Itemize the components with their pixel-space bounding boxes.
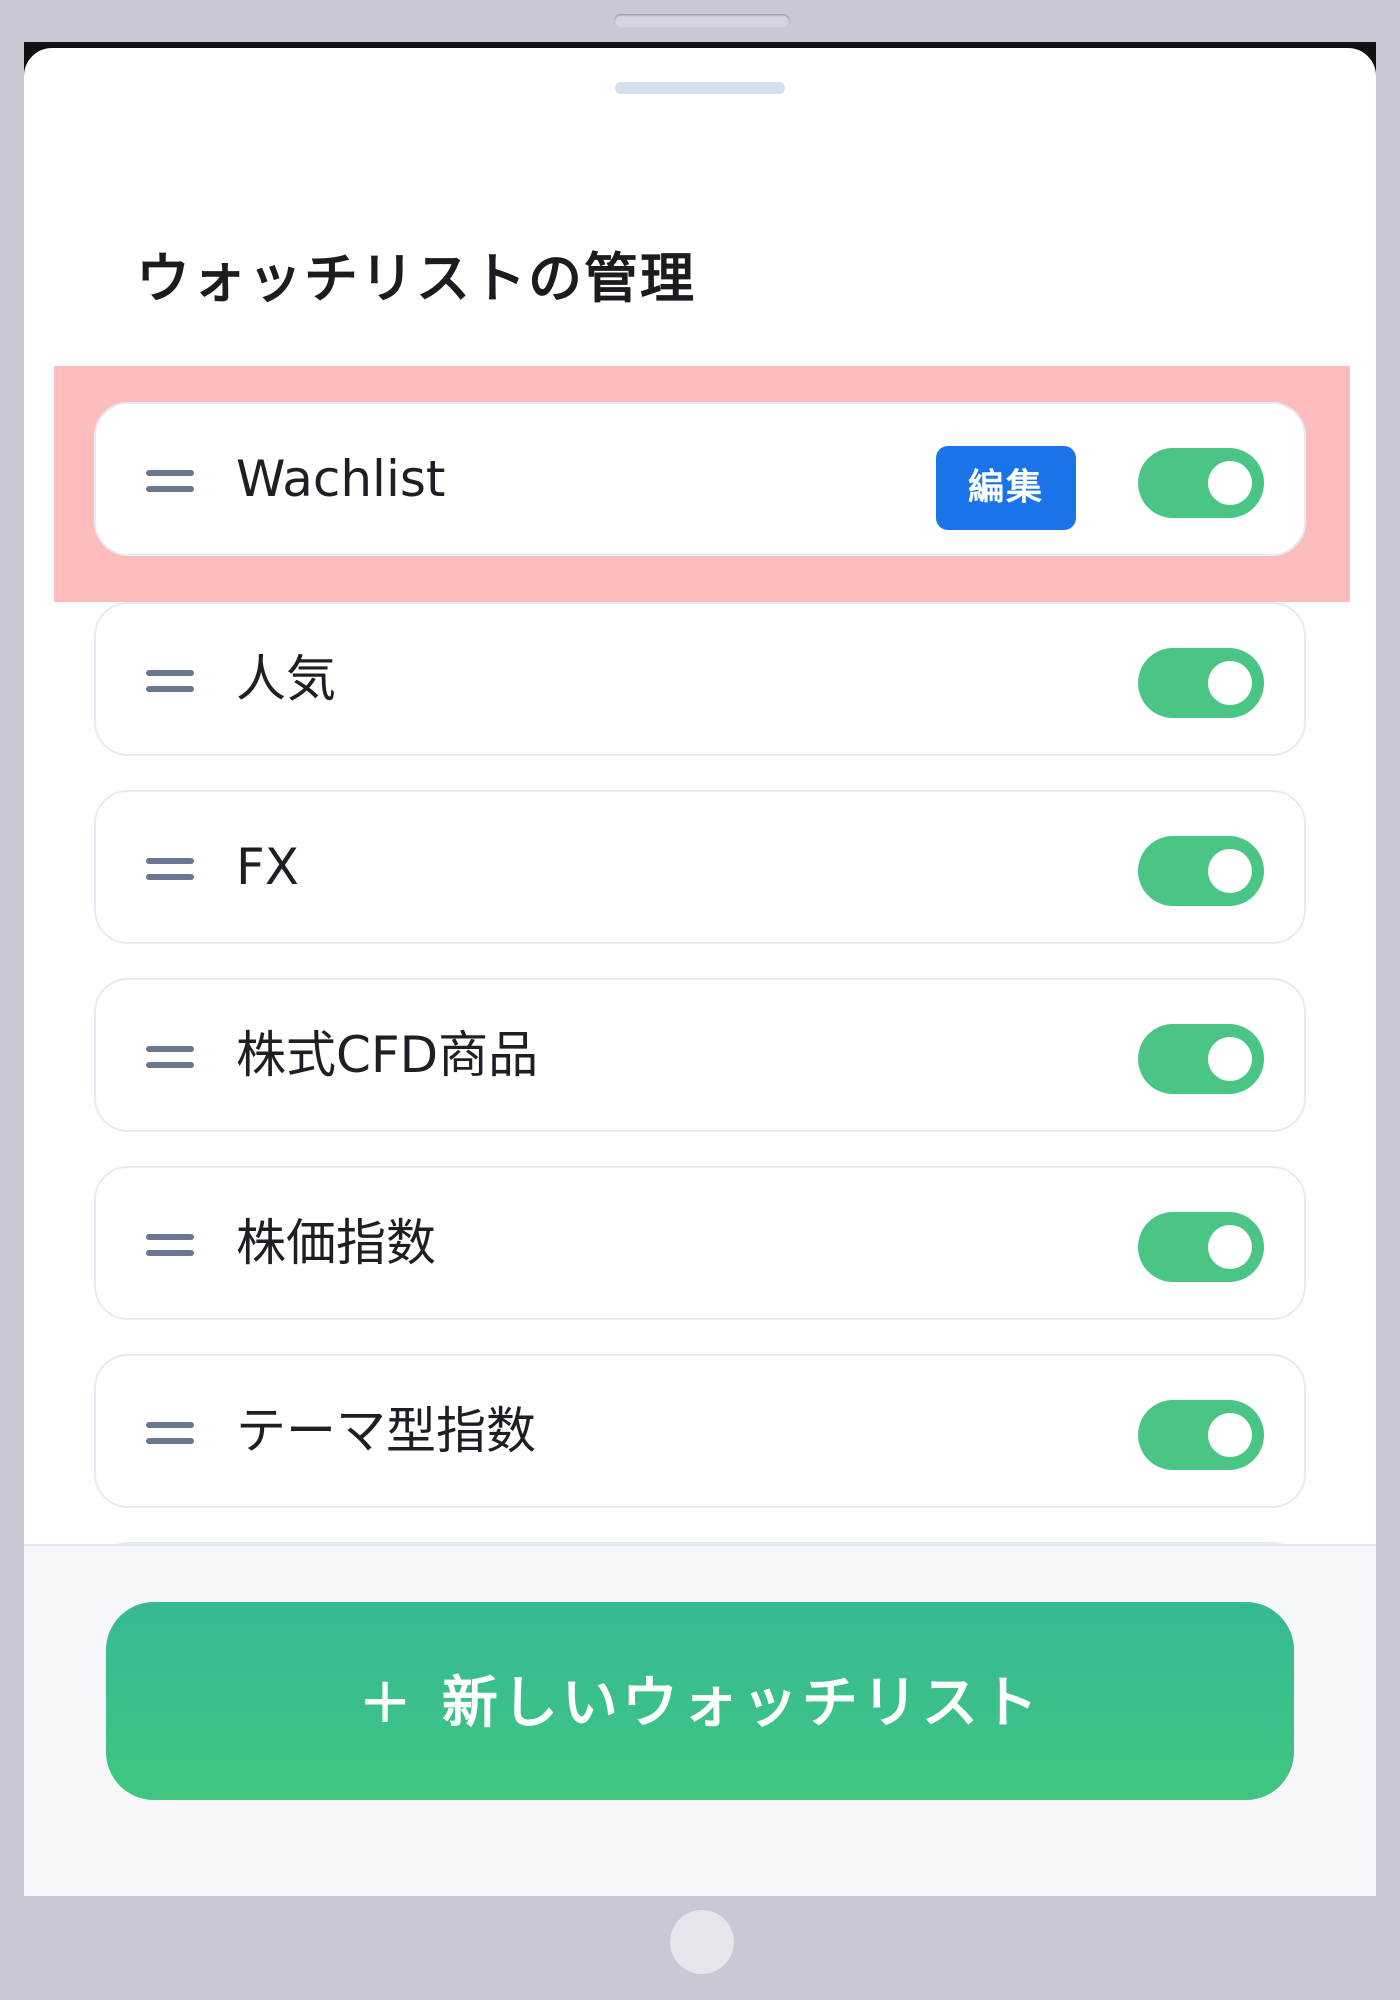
watchlist-list: Wachlist 編集 人気 FX 株式CFD商品 株価指数 テーマ型指数 [24,48,1376,1544]
watchlist-name: 人気 [236,650,336,708]
plus-icon: + [358,1664,416,1738]
watchlist-toggle[interactable] [1138,1212,1264,1282]
watchlist-name: FX [236,838,300,896]
drag-handle-icon[interactable] [146,1418,194,1448]
toggle-knob [1208,661,1252,705]
toggle-knob [1208,1037,1252,1081]
screen: ウォッチリストの管理 Wachlist 編集 人気 FX 株式CFD商品 株価指… [24,42,1376,1896]
home-button[interactable] [670,1910,734,1974]
tablet-frame: ウォッチリストの管理 Wachlist 編集 人気 FX 株式CFD商品 株価指… [0,0,1400,2000]
watchlist-row[interactable]: Wachlist 編集 [94,402,1306,556]
drag-handle-icon[interactable] [146,1042,194,1072]
watchlist-toggle[interactable] [1138,836,1264,906]
drag-handle-icon[interactable] [146,666,194,696]
watchlist-toggle[interactable] [1138,1024,1264,1094]
watchlist-toggle[interactable] [1138,1400,1264,1470]
drag-handle-icon[interactable] [146,854,194,884]
toggle-knob [1208,1225,1252,1269]
watchlist-name: Wachlist [236,450,446,508]
new-watchlist-button[interactable]: + 新しいウォッチリスト [106,1602,1294,1800]
watchlist-toggle[interactable] [1138,448,1264,518]
toggle-knob [1208,461,1252,505]
watchlist-row[interactable]: 株価指数 [94,1166,1306,1320]
speaker-slot [614,14,790,28]
watchlist-row[interactable]: テーマ型指数 [94,1354,1306,1508]
watchlist-name: テーマ型指数 [236,1402,536,1460]
edit-button[interactable]: 編集 [936,446,1076,530]
toggle-knob [1208,849,1252,893]
toggle-knob [1208,1413,1252,1457]
watchlist-row[interactable]: FX [94,790,1306,944]
watchlist-toggle[interactable] [1138,648,1264,718]
watchlist-name: 株価指数 [236,1214,436,1272]
watchlist-row[interactable]: 人気 [94,602,1306,756]
drag-handle-icon[interactable] [146,466,194,496]
watchlist-name: 株式CFD商品 [236,1026,539,1084]
sheet-footer: + 新しいウォッチリスト [24,1544,1376,1896]
watchlist-row[interactable]: 株式CFD商品 [94,978,1306,1132]
new-watchlist-button-label: 新しいウォッチリスト [441,1671,1042,1736]
watchlist-management-sheet: ウォッチリストの管理 Wachlist 編集 人気 FX 株式CFD商品 株価指… [24,48,1376,1896]
drag-handle-icon[interactable] [146,1230,194,1260]
